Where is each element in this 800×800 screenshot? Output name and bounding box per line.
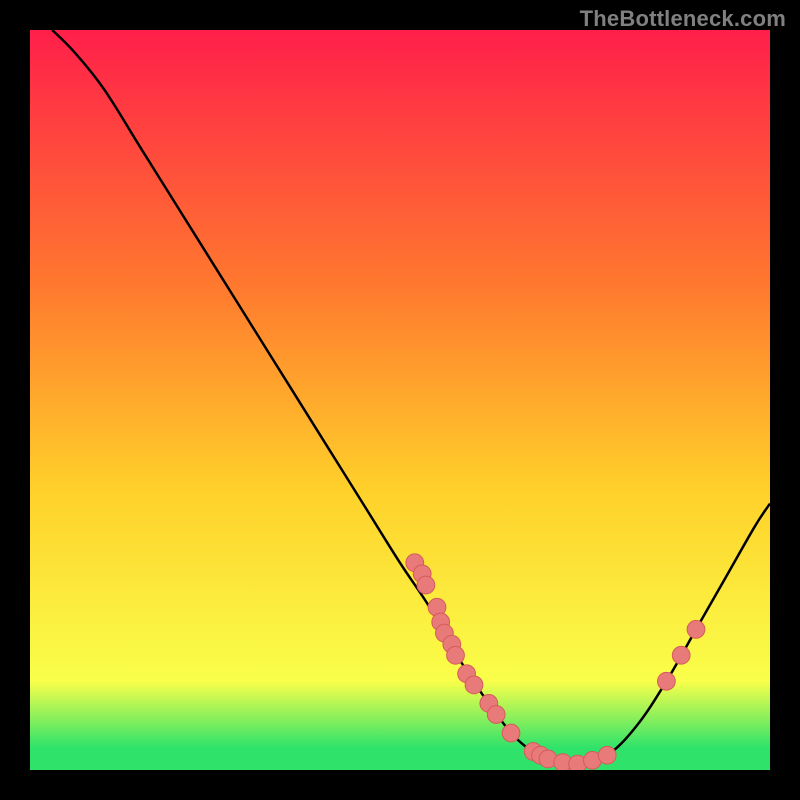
data-point	[417, 576, 435, 594]
data-point	[687, 621, 705, 639]
gradient-background	[30, 30, 770, 770]
data-point	[658, 672, 676, 690]
data-point	[672, 646, 690, 664]
watermark-text: TheBottleneck.com	[580, 6, 786, 32]
data-point	[502, 724, 520, 742]
plot-area	[30, 30, 770, 770]
data-point	[487, 706, 505, 724]
data-point	[447, 646, 465, 664]
chart-container: TheBottleneck.com	[0, 0, 800, 800]
data-point	[598, 746, 616, 764]
chart-svg	[30, 30, 770, 770]
data-point	[465, 676, 483, 694]
